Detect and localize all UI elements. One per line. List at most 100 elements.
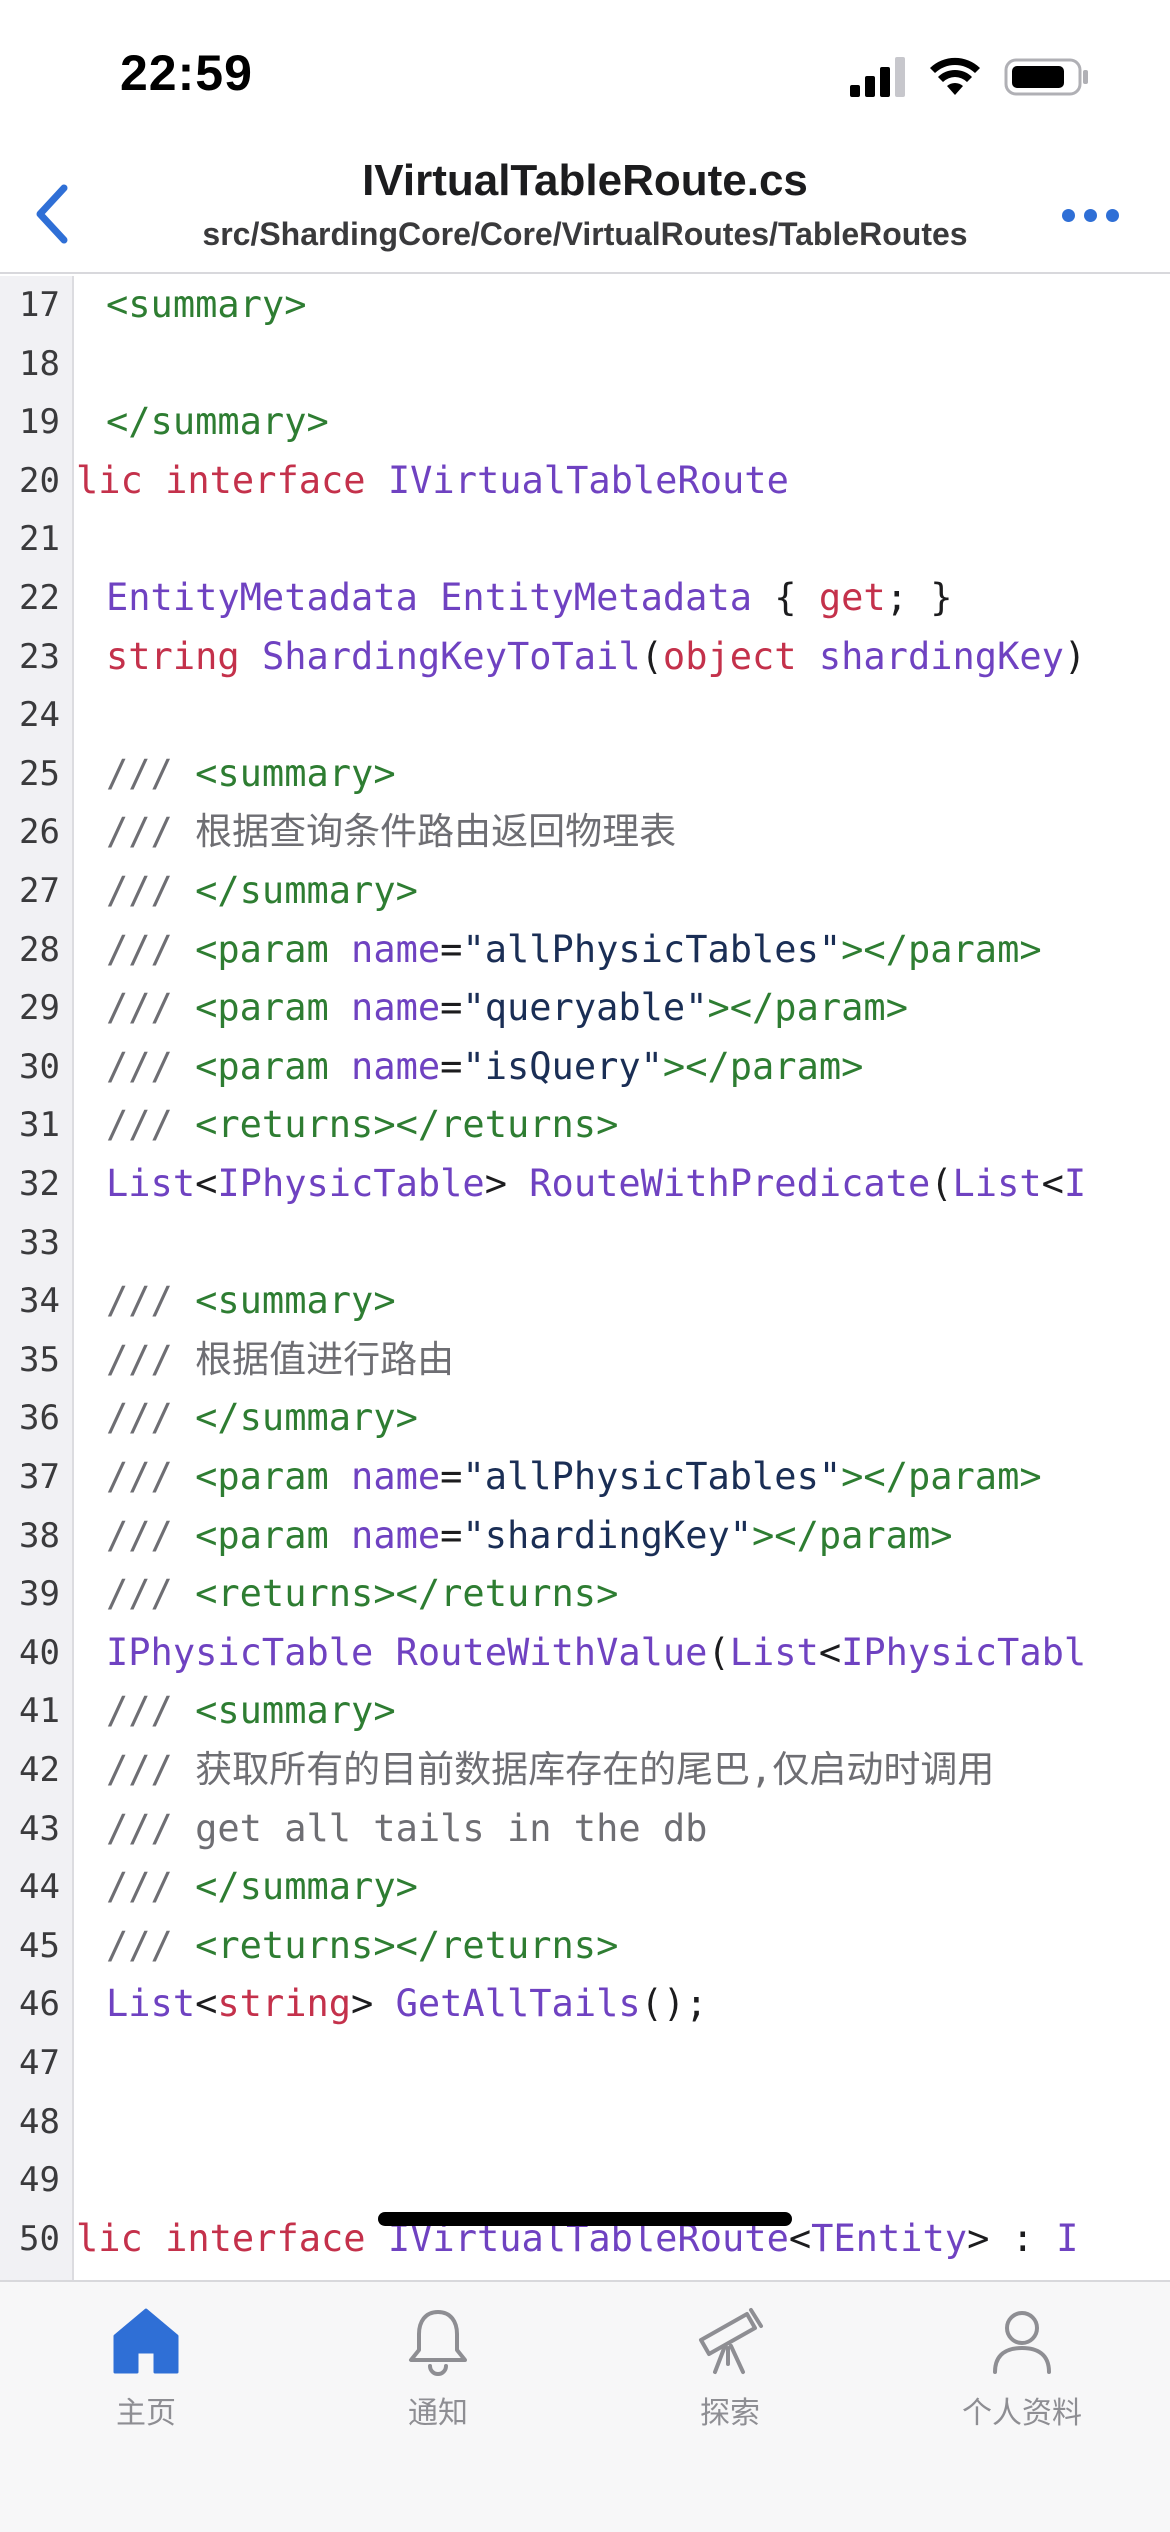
line-number: 36 bbox=[19, 1398, 60, 1439]
code-text: /// <param name="allPhysicTables"></para… bbox=[76, 1448, 1170, 1507]
code-token: /// bbox=[106, 1865, 196, 1909]
code-token: > bbox=[351, 1982, 396, 2026]
code-token: <summary> bbox=[106, 283, 307, 326]
tab-notifications-label: 通知 bbox=[408, 2396, 468, 2431]
code-token: lic interface bbox=[76, 458, 388, 502]
tab-explore-label: 探索 bbox=[700, 2396, 760, 2431]
code-token: /// bbox=[106, 986, 196, 1030]
code-token: GetAllTails bbox=[395, 1982, 641, 2026]
code-token: ></param> bbox=[841, 1455, 1042, 1498]
code-line: 31 /// <returns></returns> bbox=[0, 1096, 1170, 1155]
code-token: get bbox=[818, 576, 886, 619]
more-button[interactable] bbox=[1050, 190, 1130, 240]
line-number: 37 bbox=[19, 1457, 60, 1497]
code-line: 25 /// <summary> bbox=[0, 745, 1170, 804]
code-token: /// bbox=[106, 751, 196, 795]
code-token: ; } bbox=[885, 576, 953, 619]
line-number: 34 bbox=[19, 1281, 60, 1322]
code-text: /// get all tails in the db bbox=[76, 1800, 1170, 1859]
tab-notifications[interactable]: 通知 bbox=[338, 2306, 538, 2436]
line-number: 23 bbox=[19, 636, 60, 677]
tab-explore[interactable]: 探索 bbox=[630, 2306, 830, 2436]
code-token: "isQuery" bbox=[462, 1044, 663, 1088]
code-token: ></param> bbox=[841, 927, 1042, 971]
code-token: name bbox=[351, 1513, 441, 1557]
line-number: 39 bbox=[19, 1574, 60, 1615]
code-text: /// 获取所有的目前数据库存在的尾巴,仅启动时调用 bbox=[76, 1741, 1170, 1800]
code-token: = bbox=[440, 1455, 463, 1498]
line-number: 27 bbox=[19, 871, 60, 911]
code-token: name bbox=[351, 1044, 441, 1088]
code-text: /// <returns></returns> bbox=[76, 1096, 1170, 1155]
back-button[interactable] bbox=[22, 174, 82, 254]
line-number: 40 bbox=[19, 1632, 60, 1673]
code-text: List<string> GetAllTails(); bbox=[76, 1975, 1170, 2034]
code-token: TEntity bbox=[811, 2216, 968, 2260]
code-text: IPhysicTable RouteWithValue(List<IPhysic… bbox=[76, 1624, 1170, 1683]
code-line: 30 /// <param name="isQuery"></param> bbox=[0, 1038, 1170, 1097]
code-text: List<IPhysicTable> RouteWithPredicate(Li… bbox=[76, 1155, 1170, 1214]
code-token: "shardingKey" bbox=[462, 1513, 753, 1557]
code-line: 33 bbox=[0, 1214, 1170, 1273]
code-token: string bbox=[217, 1982, 352, 2026]
tab-profile[interactable]: 个人资料 bbox=[922, 2306, 1122, 2436]
code-line: 19 </summary> bbox=[0, 393, 1170, 452]
status-icons bbox=[850, 52, 1090, 102]
code-token: = bbox=[440, 1044, 463, 1088]
line-number: 17 bbox=[19, 285, 60, 325]
code-token: I bbox=[1063, 1162, 1087, 1205]
code-text: /// <summary> bbox=[76, 745, 1170, 804]
code-text: /// <param name="shardingKey"></param> bbox=[76, 1507, 1170, 1566]
code-token: List bbox=[729, 1630, 819, 1674]
code-token: lic interface bbox=[76, 2216, 388, 2260]
code-token: /// bbox=[106, 869, 196, 912]
code-line: 27 /// </summary> bbox=[0, 862, 1170, 921]
code-token: ( bbox=[930, 1162, 953, 1205]
code-token: <param bbox=[195, 1044, 352, 1088]
line-number: 50 bbox=[19, 2218, 60, 2259]
tab-home[interactable]: 主页 bbox=[46, 2306, 246, 2436]
code-token: ></param> bbox=[707, 986, 908, 1030]
code-token: IVirtualTableRoute bbox=[387, 458, 789, 502]
code-token: /// 根据值进行路由 bbox=[106, 1337, 455, 1381]
code-token: <param bbox=[195, 986, 352, 1030]
code-text: /// <param name="allPhysicTables"></para… bbox=[76, 921, 1170, 980]
code-token: /// bbox=[106, 1572, 196, 1616]
status-bar: 22:59 bbox=[0, 0, 1170, 150]
code-line: 34 /// <summary> bbox=[0, 1272, 1170, 1331]
code-token: ) bbox=[1063, 634, 1087, 678]
code-view[interactable]: 17 <summary> 18 19 </summary> 20 lic interface… bbox=[0, 276, 1170, 2280]
code-token: > bbox=[484, 1162, 530, 1205]
code-token: ShardingKeyToTail bbox=[261, 634, 641, 678]
code-line: 43 /// get all tails in the db bbox=[0, 1800, 1170, 1859]
code-token: = bbox=[440, 1513, 463, 1557]
line-number: 48 bbox=[19, 2101, 60, 2142]
code-token: "allPhysicTables" bbox=[462, 1455, 842, 1498]
code-text: /// <returns></returns> bbox=[76, 1565, 1170, 1624]
home-indicator bbox=[378, 2212, 792, 2226]
wifi-icon bbox=[930, 57, 980, 95]
line-number: 28 bbox=[19, 929, 60, 970]
code-token: /// bbox=[106, 1396, 196, 1440]
code-token: /// bbox=[106, 927, 196, 971]
code-line: 47 bbox=[0, 2034, 1170, 2093]
code-token: List bbox=[106, 1982, 196, 2026]
line-number: 32 bbox=[19, 1164, 60, 1204]
code-text: </summary> bbox=[76, 393, 1170, 452]
code-token: /// get all tails in the db bbox=[106, 1806, 708, 1850]
code-line: 21 bbox=[0, 510, 1170, 569]
cellular-signal-icon bbox=[850, 57, 905, 97]
code-token: /// bbox=[106, 1455, 196, 1498]
code-token: <returns></returns> bbox=[195, 1572, 619, 1616]
code-token: <summary> bbox=[195, 1279, 396, 1323]
code-token: name bbox=[351, 927, 441, 971]
line-number: 51 bbox=[0, 2268, 60, 2280]
tab-profile-label: 个人资料 bbox=[962, 2396, 1082, 2431]
code-token: ></param> bbox=[752, 1513, 953, 1557]
code-line: 20 lic interface IVirtualTableRoute bbox=[0, 452, 1170, 511]
code-line: 42 /// 获取所有的目前数据库存在的尾巴,仅启动时调用 bbox=[0, 1741, 1170, 1800]
code-token: IPhysicTabl bbox=[841, 1630, 1087, 1674]
code-token: </summary> bbox=[195, 1865, 418, 1909]
code-text: /// </summary> bbox=[76, 1389, 1170, 1448]
line-number: 18 bbox=[19, 343, 60, 384]
